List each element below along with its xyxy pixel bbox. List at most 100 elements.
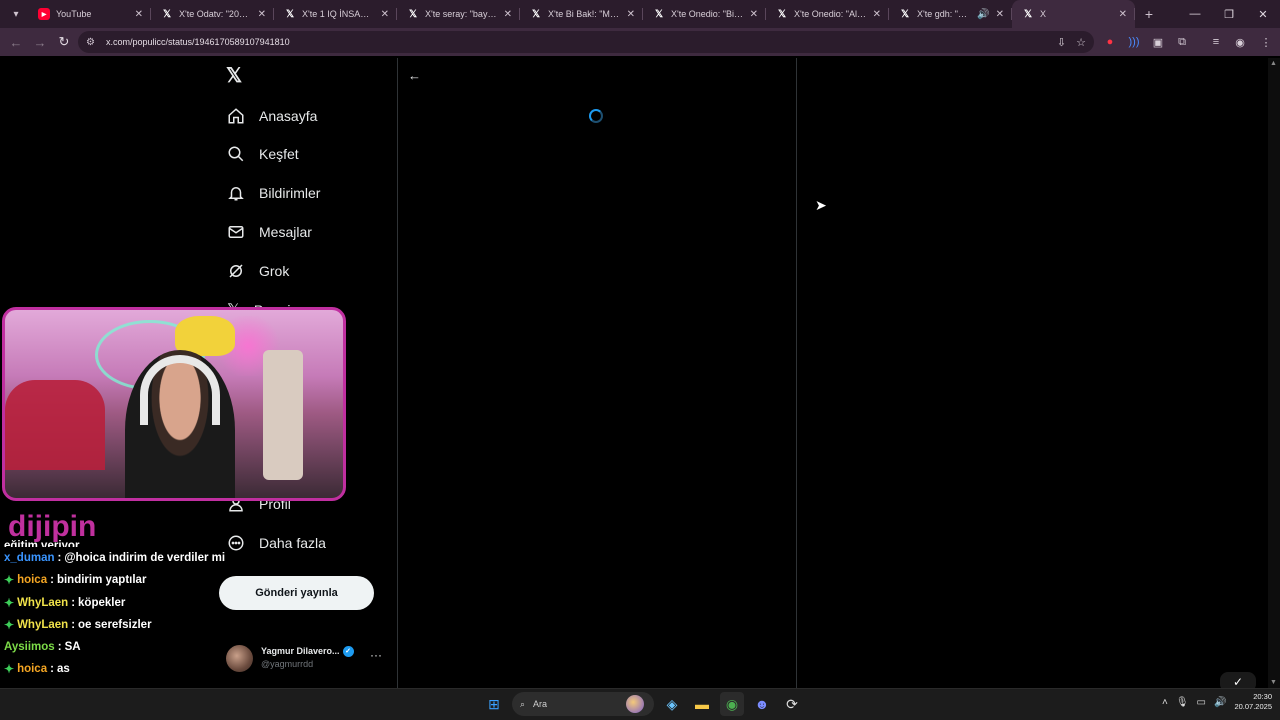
chat-text: bindirim yaptılar: [56, 574, 147, 587]
nav-label: Keşfet: [259, 146, 299, 162]
nav-messages[interactable]: Mesajlar: [219, 214, 320, 250]
network-icon[interactable]: ▭: [1197, 697, 1206, 708]
bell-icon: [228, 187, 244, 201]
profile-avatar-icon[interactable]: ◉: [1230, 32, 1250, 52]
browser-tab[interactable]: 𝕏 X'te Onedio: "Bir gru ✕: [643, 0, 766, 28]
tab-close-icon[interactable]: ✕: [996, 9, 1004, 20]
app-icon[interactable]: ⟳: [780, 692, 804, 716]
account-switcher[interactable]: Yagmur Dilavero... ✓ @yagmurrdd ···: [226, 640, 386, 676]
minimize-button[interactable]: —: [1178, 0, 1212, 28]
chat-separator: :: [50, 574, 54, 587]
account-name: Yagmur Dilavero...: [261, 646, 340, 656]
taskbar-search-placeholder: Ara: [533, 699, 548, 709]
search-icon: [228, 146, 244, 162]
address-bar[interactable]: ⚙ x.com/populicc/status/1946170589107941…: [78, 31, 1094, 53]
chat-username: hoica: [17, 663, 48, 676]
chat-username: hoica: [17, 574, 48, 587]
tab-close-icon[interactable]: ✕: [135, 9, 143, 20]
x-logo-icon[interactable]: 𝕏: [226, 66, 246, 86]
nav-explore[interactable]: Keşfet: [219, 136, 307, 172]
webcam-pillow: [5, 380, 105, 470]
chat-text: oe serefsizler: [78, 618, 152, 631]
microphone-icon[interactable]: 🎙: [1176, 697, 1189, 708]
extension-translate-icon[interactable]: ))): [1124, 32, 1144, 52]
browser-tab[interactable]: ▶ YouTube ✕: [28, 0, 151, 28]
browser-tab[interactable]: 𝕏 X'te Onedio: "Alman ✕: [766, 0, 889, 28]
browser-tab[interactable]: 𝕏 X'te seray: "bayılmak ✕: [397, 0, 520, 28]
clock[interactable]: 20:30 20.07.2025: [1234, 692, 1272, 712]
extension-shield-icon[interactable]: ▣: [1148, 32, 1168, 52]
search-icon: ⌕: [520, 698, 526, 709]
chat-lines: x_duman: @hoica indirim de verdiler mi ✦ ho…: [4, 547, 244, 681]
browser-menu-icon[interactable]: ⋮: [1256, 32, 1276, 52]
search-highlight-icon: [626, 695, 644, 713]
nav-home[interactable]: Anasayfa: [219, 98, 325, 134]
tab-close-icon[interactable]: ✕: [627, 9, 635, 20]
scroll-up-icon[interactable]: ▲: [1270, 60, 1277, 67]
tab-close-icon[interactable]: ✕: [750, 9, 758, 20]
browser-tab[interactable]: 𝕏 X'te Bi Bak!: "Merter ✕: [520, 0, 643, 28]
chat-message: ✦ hoica: bindirim yaptılar: [4, 569, 244, 591]
x-logo-icon: 𝕏: [777, 8, 787, 20]
tab-title: X'te seray: "bayılmak: [425, 9, 498, 19]
taskbar-search[interactable]: ⌕ Ara: [512, 692, 654, 716]
tab-title: X'te Onedio: "Alman: [794, 9, 867, 19]
nav-label: Grok: [259, 263, 290, 279]
tray-overflow-icon[interactable]: ˄: [1162, 697, 1168, 708]
back-arrow-icon[interactable]: ←: [408, 68, 421, 83]
loading-spinner: [589, 109, 603, 123]
chat-partial-line: eğitim veriyor: [4, 540, 80, 547]
install-app-icon[interactable]: ⇩: [1057, 36, 1066, 49]
nav-label: Bildirimler: [259, 185, 321, 201]
webcam-headset: [140, 355, 220, 425]
chat-username: x_duman: [4, 552, 55, 564]
page-scrollbar[interactable]: ▲ ▼: [1268, 58, 1280, 688]
site-info-icon[interactable]: ⚙: [86, 37, 100, 48]
tab-close-icon[interactable]: ✕: [258, 9, 266, 20]
discord-icon[interactable]: ☻: [750, 692, 774, 716]
more-dots-icon[interactable]: ···: [370, 648, 382, 662]
scroll-down-icon[interactable]: ▼: [1270, 679, 1277, 686]
browser-tab[interactable]: 𝕏 X ✕: [1012, 0, 1135, 28]
chat-separator: :: [71, 596, 76, 609]
extensions-puzzle-icon[interactable]: ⧉: [1172, 32, 1192, 52]
tab-title: YouTube: [56, 9, 92, 19]
tab-close-icon[interactable]: ✕: [1119, 9, 1127, 20]
reload-button[interactable]: ↻: [52, 30, 76, 54]
copilot-icon[interactable]: ◈: [660, 692, 684, 716]
file-explorer-icon[interactable]: ▬: [690, 692, 714, 716]
x-logo-icon: 𝕏: [162, 8, 172, 20]
close-window-button[interactable]: ✕: [1246, 0, 1280, 28]
clock-date: 20.07.2025: [1234, 702, 1272, 711]
new-tab-button[interactable]: +: [1135, 6, 1163, 22]
extension-red-icon[interactable]: ●: [1100, 32, 1120, 52]
x-logo-icon: 𝕏: [408, 8, 418, 20]
system-tray: ˄ 🎙 ▭ 🔊 20:30 20.07.2025: [1162, 692, 1272, 712]
chrome-icon[interactable]: ◉: [720, 692, 744, 716]
browser-tab[interactable]: 𝕏 X'te Odatv: "2024 Tür ✕: [151, 0, 274, 28]
home-icon: [228, 108, 244, 124]
browser-tab[interactable]: 𝕏 X'te gdh: "Tuzla'd 🔊 ✕: [889, 0, 1012, 28]
account-name-row: Yagmur Dilavero... ✓: [261, 645, 354, 658]
volume-icon[interactable]: 🔊: [1214, 697, 1226, 708]
forward-button[interactable]: →: [28, 30, 52, 54]
tab-close-icon[interactable]: ✕: [381, 9, 389, 20]
tab-close-icon[interactable]: ✕: [504, 9, 512, 20]
window-controls: — ❐ ✕: [1178, 0, 1280, 28]
tab-search-button[interactable]: ▾: [4, 4, 28, 24]
windows-start-icon[interactable]: ⊞: [482, 692, 506, 716]
nav-notifications[interactable]: Bildirimler: [219, 175, 328, 211]
mouse-cursor-icon: ➤: [815, 197, 827, 213]
tab-audio-icon[interactable]: 🔊: [977, 9, 989, 20]
bookmark-star-icon[interactable]: ☆: [1076, 36, 1086, 49]
youtube-icon: ▶: [38, 8, 50, 20]
restore-button[interactable]: ❐: [1212, 0, 1246, 28]
tab-close-icon[interactable]: ✕: [873, 9, 881, 20]
nav-label: Daha fazla: [259, 535, 326, 551]
taskbar-apps: ⊞ ⌕ Ara ◈ ▬ ◉ ☻ ⟳: [482, 692, 804, 716]
chat-message: ✦ WhyLaen: köpekler: [4, 592, 244, 614]
back-button[interactable]: ←: [4, 30, 28, 54]
media-control-icon[interactable]: ≡: [1206, 32, 1226, 52]
browser-tab[interactable]: 𝕏 X'te 1 IQ İNSANLAR: ✕: [274, 0, 397, 28]
nav-grok[interactable]: Grok: [219, 253, 297, 289]
